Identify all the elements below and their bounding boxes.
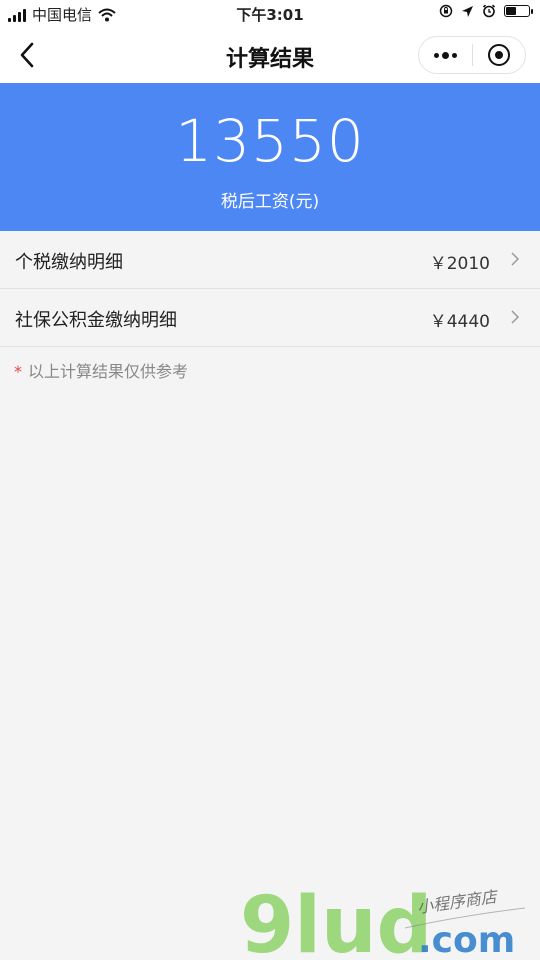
svg-text:.com: .com [418,920,515,960]
chevron-right-icon [511,252,520,266]
battery-icon [504,5,533,17]
more-button[interactable] [419,37,472,73]
status-bar: 中国电信 下午3:01 [0,0,540,28]
disclaimer-text: 以上计算结果仅供参考 [28,362,189,381]
location-icon [462,5,473,17]
result-banner: 13550 税后工资(元) [0,83,540,231]
status-right [439,4,533,18]
watermark-logo: 9lud .com 小程序商店 [240,881,526,960]
mini-program-capsule [418,36,526,74]
alarm-icon [482,4,496,18]
list-item-tax-detail[interactable]: 个税缴纳明细 ￥2010 [0,231,540,289]
net-salary-amount: 13550 [175,107,365,175]
list-item-value: ￥2010 [429,254,490,274]
list-item-value: ￥4440 [429,312,490,332]
list-item-label: 个税缴纳明细 [15,252,123,273]
close-button[interactable] [472,37,525,73]
nav-bar: 计算结果 [0,28,540,83]
chevron-right-icon [511,310,520,324]
required-star: * [14,362,22,381]
disclaimer-note: * 以上计算结果仅供参考 [14,358,188,382]
list-item-label: 社保公积金缴纳明细 [15,310,177,331]
more-dots-icon [433,51,457,59]
list-item-social-insurance-detail[interactable]: 社保公积金缴纳明细 ￥4440 [0,289,540,347]
detail-list: 个税缴纳明细 ￥2010 社保公积金缴纳明细 ￥4440 [0,231,540,347]
orientation-lock-icon [439,4,453,18]
target-circle-icon [487,44,510,66]
net-salary-label: 税后工资(元) [220,192,320,212]
svg-text:9lud: 9lud [240,881,432,960]
